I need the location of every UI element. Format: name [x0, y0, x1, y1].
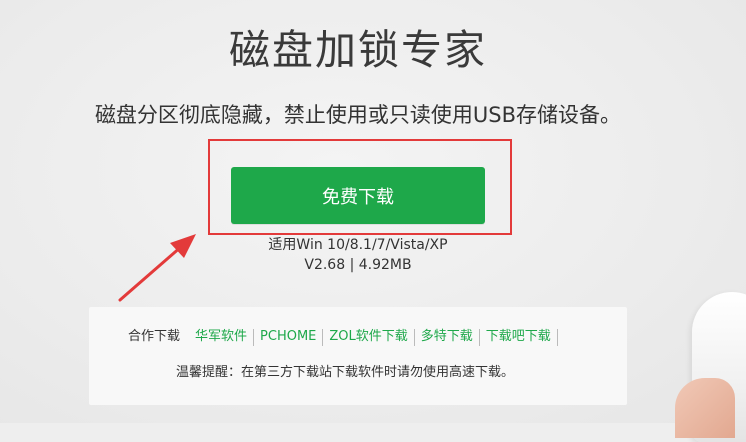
partner-downloads-label: 合作下载 [128, 329, 181, 344]
partner-link-huajun[interactable]: 华军软件 [189, 328, 253, 346]
download-mirrors-panel [89, 307, 627, 405]
divider [556, 328, 558, 346]
hand-image [675, 378, 735, 438]
partner-link-xiazaiba[interactable]: 下载吧下载 [480, 328, 557, 346]
partner-link-zol[interactable]: ZOL软件下载 [323, 328, 413, 346]
partner-link-pchome[interactable]: PCHOME [254, 328, 322, 346]
download-notice: 温馨提醒：在第三方下载站下载软件时请勿使用高速下载。 [176, 365, 515, 380]
partner-link-duote[interactable]: 多特下载 [415, 328, 479, 346]
partner-downloads: 合作下载 华军软件 PCHOME ZOL软件下载 多特下载 下载吧下载 [128, 327, 558, 347]
